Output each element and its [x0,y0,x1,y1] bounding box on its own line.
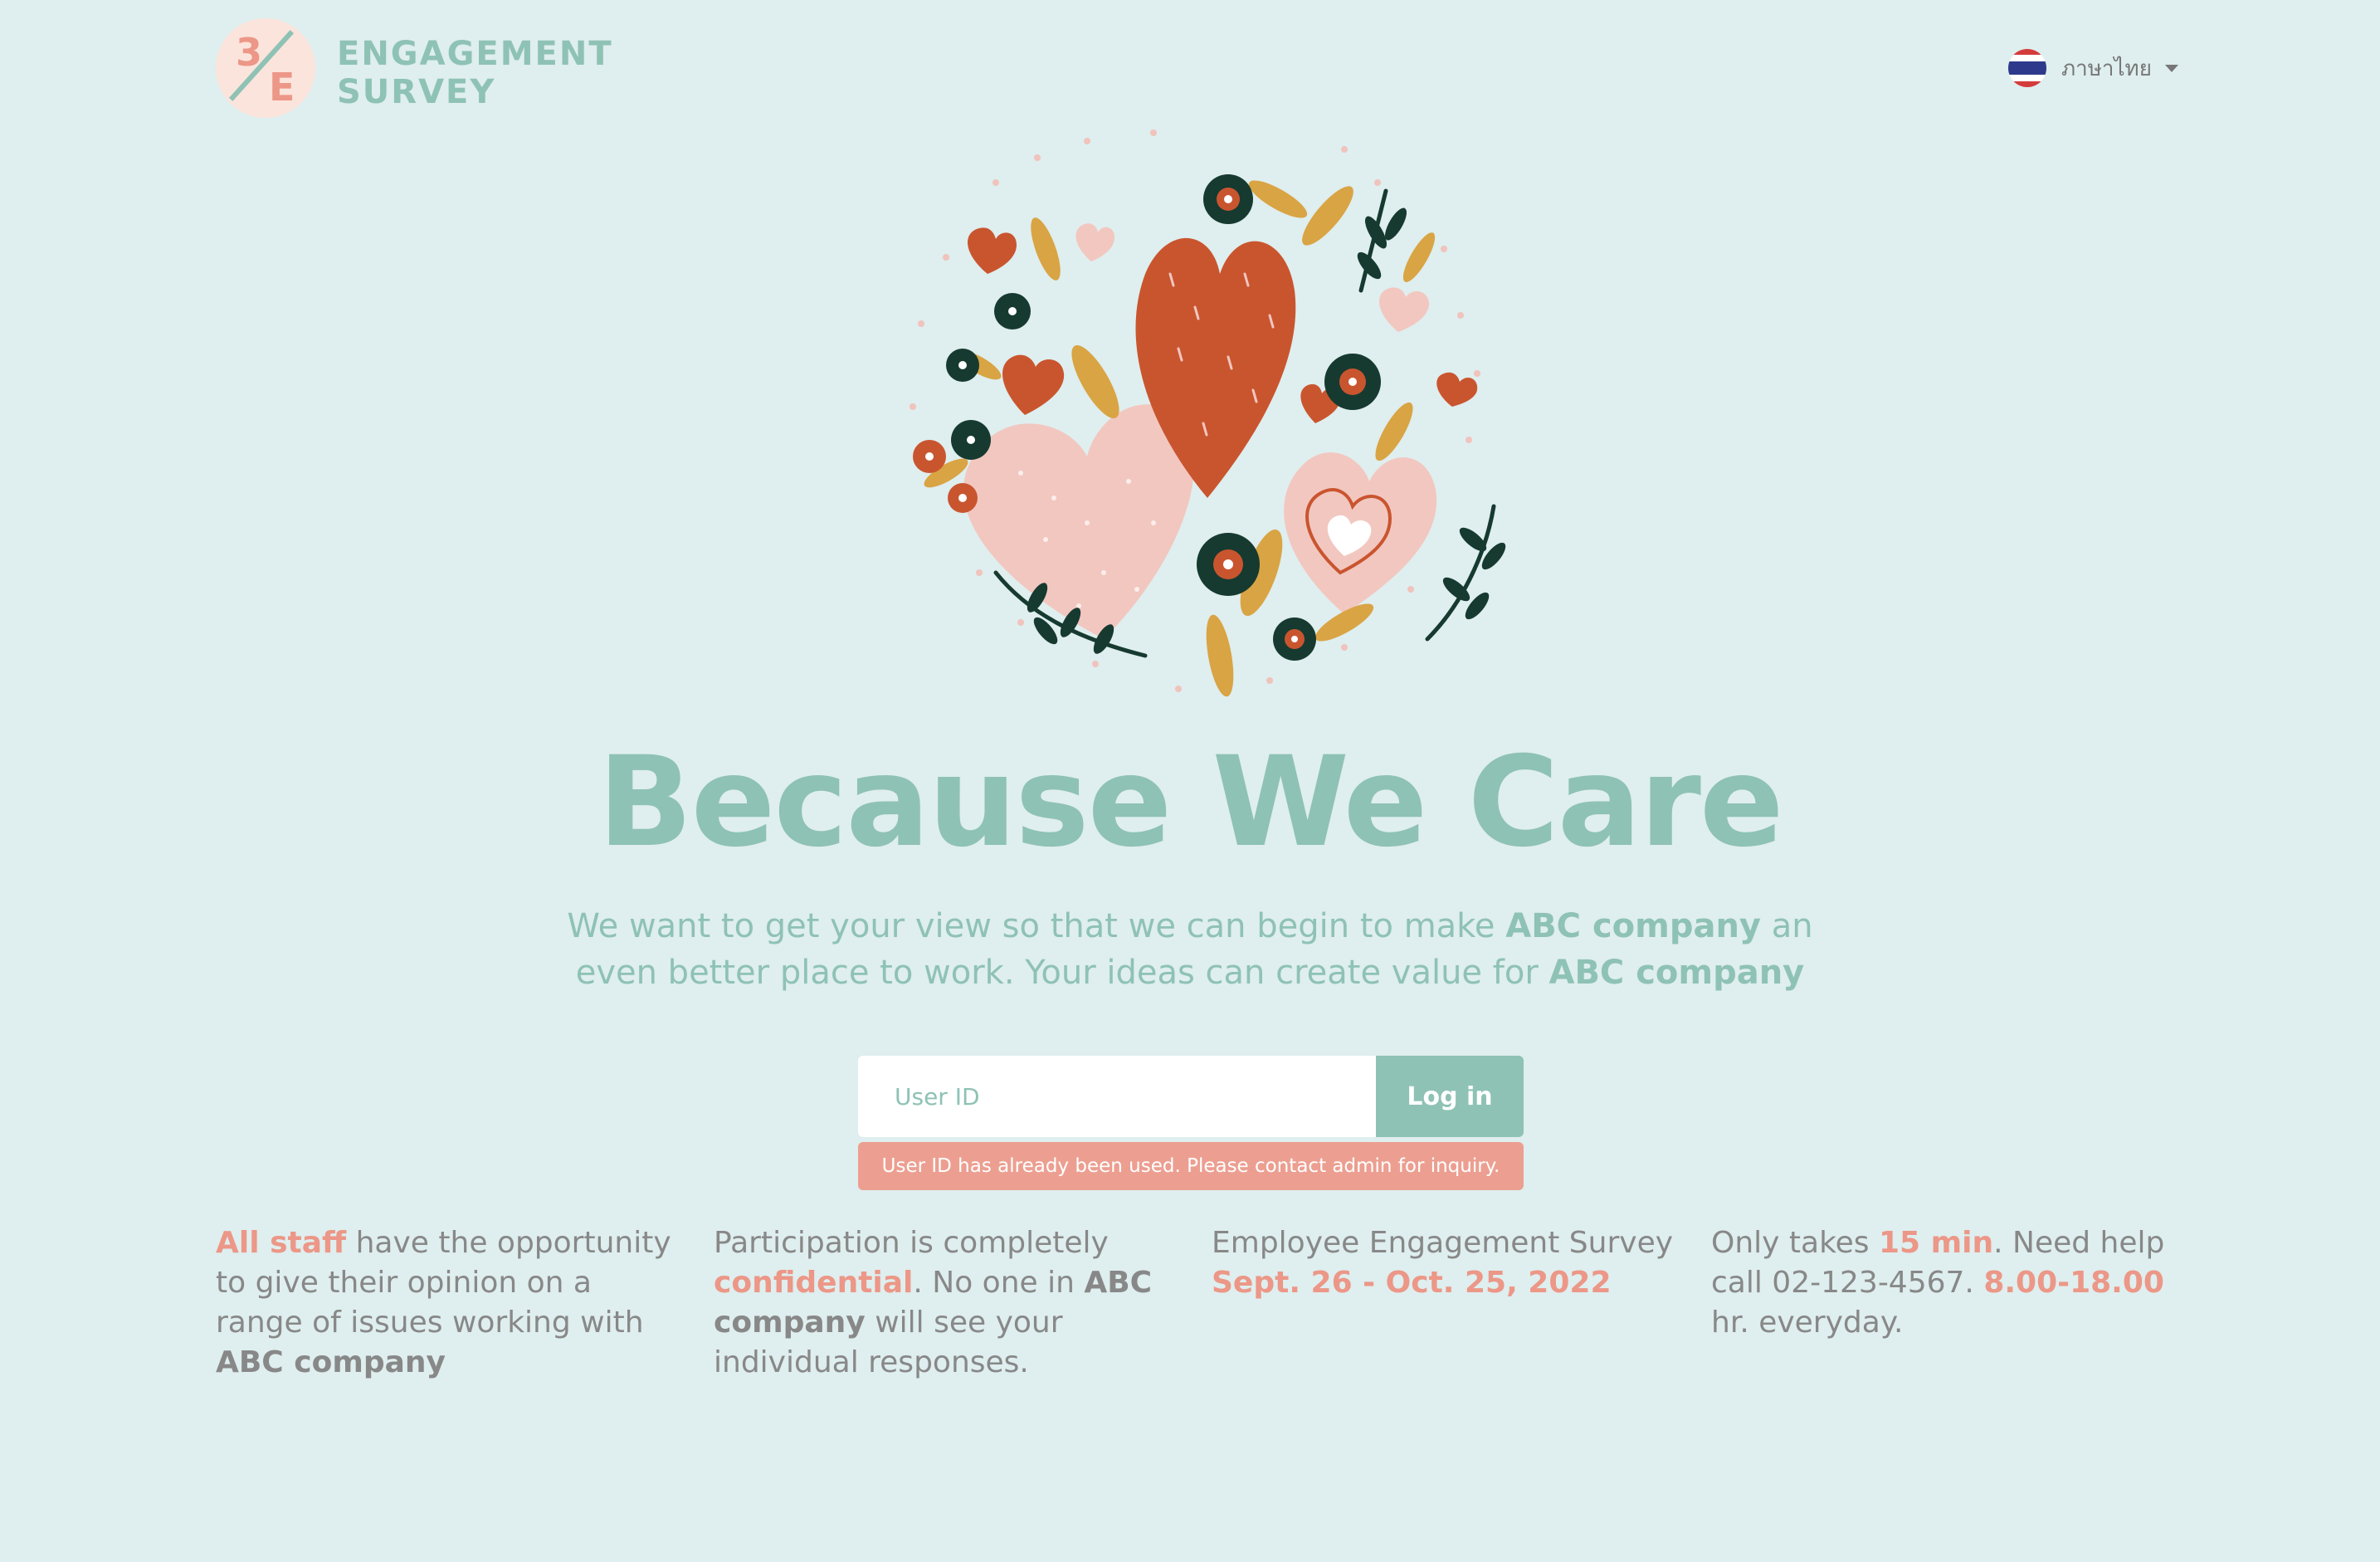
brand-name: ENGAGEMENT SURVEY [337,35,613,111]
logo-mark-top: 3 [236,30,263,75]
user-id-input[interactable] [858,1056,1376,1137]
info-confidential-highlight: confidential [714,1266,914,1300]
info-help-hours: 8.00-18.00 [1983,1266,2164,1300]
info-duration-pre: Only takes [1711,1226,1879,1260]
brand-logo[interactable]: 3 E ENGAGEMENT SURVEY [216,18,612,121]
language-label: ภาษาไทย [2061,56,2152,81]
info-survey-period: Sept. 26 - Oct. 25, 2022 [1212,1266,1612,1300]
info-duration-help: Only takes 15 min. Need help call 02-123… [1711,1223,2176,1343]
info-all-staff: All staff have the opportunity to give t… [216,1223,680,1383]
brand-name-line1: ENGAGEMENT [337,35,613,73]
logo-mark-bottom: E [269,65,295,110]
info-duration-highlight: 15 min [1879,1226,1994,1260]
language-dropdown[interactable]: ภาษาไทย [2008,48,2178,88]
info-confidential-mid: . No one in [913,1266,1085,1300]
info-survey-dates: Employee Engagement Survey Sept. 26 - Oct… [1212,1223,1676,1303]
subtitle-company-2: ABC company [1548,954,1805,992]
info-help-post: hr. everyday. [1711,1306,1904,1340]
info-confidential: Participation is completely confidential… [714,1223,1178,1383]
page-title: Because We Care [597,730,1783,875]
info-confidential-pre: Participation is completely [714,1226,1109,1260]
error-message: User ID has already been used. Please co… [858,1142,1524,1190]
logo-mark [216,18,315,118]
chevron-down-icon [2164,64,2178,72]
hero-subtitle: We want to get your view so that we can … [548,903,1832,996]
login-button[interactable]: Log in [1376,1056,1524,1137]
info-all-staff-company: ABC company [216,1345,446,1379]
hearts-flowers-illustration [910,129,1506,697]
subtitle-part-1: We want to get your view so that we can … [567,907,1506,945]
brand-name-line2: SURVEY [337,73,496,111]
info-survey-name: Employee Engagement Survey [1212,1226,1674,1260]
login-form: Log in [858,1056,1524,1137]
subtitle-company-1: ABC company [1505,907,1762,945]
info-all-staff-highlight: All staff [216,1226,347,1260]
thailand-flag-icon [2008,49,2046,87]
